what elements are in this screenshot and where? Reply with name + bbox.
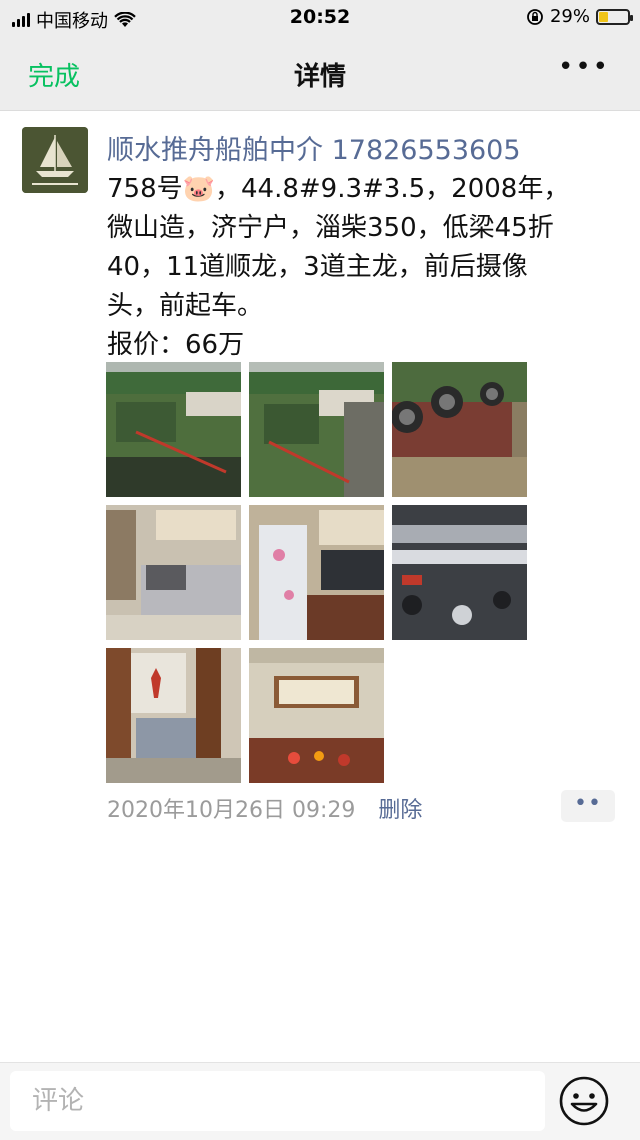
post-text: 758号🐷，44.8#9.3#3.5，2008年， 微山造，济宁户，淄柴350，… bbox=[107, 170, 622, 365]
photo-thumbnail[interactable] bbox=[392, 505, 527, 640]
more-options-button[interactable]: ••• bbox=[558, 52, 610, 82]
timestamp: 2020年10月26日 09:29 bbox=[107, 798, 356, 823]
emoji-icon[interactable] bbox=[558, 1075, 610, 1127]
status-bar: 中国移动 20:52 29% bbox=[0, 0, 640, 36]
page-title: 详情 bbox=[293, 62, 346, 92]
nav-bar: 完成 详情 ••• bbox=[0, 36, 640, 111]
photo-thumbnail[interactable] bbox=[106, 648, 241, 783]
avatar[interactable] bbox=[22, 127, 88, 193]
battery-percent: 29% bbox=[549, 6, 590, 27]
post-line: 40，11道顺龙，3道主龙，前后摄像 bbox=[107, 252, 528, 282]
post-line: 758号🐷，44.8#9.3#3.5，2008年， bbox=[107, 174, 570, 204]
photo-thumbnail[interactable] bbox=[106, 362, 241, 497]
sailboat-logo-icon bbox=[22, 127, 88, 193]
post-line: 微山造，济宁户，淄柴350，低梁45折 bbox=[107, 213, 554, 243]
post-line: 头，前起车。 bbox=[107, 291, 264, 321]
post-meta: 2020年10月26日 09:29 删除 bbox=[107, 792, 422, 824]
photo-thumbnail[interactable] bbox=[106, 505, 241, 640]
like-comment-button[interactable]: •• bbox=[561, 790, 615, 822]
rotation-lock-icon bbox=[527, 8, 543, 25]
comment-bar: 评论 bbox=[0, 1062, 640, 1140]
author-name[interactable]: 顺水推舟船舶中介 17826553605 bbox=[107, 128, 521, 167]
photo-thumbnail[interactable] bbox=[249, 505, 384, 640]
photo-thumbnail[interactable] bbox=[249, 362, 384, 497]
delete-link[interactable]: 删除 bbox=[378, 798, 422, 823]
photo-thumbnail[interactable] bbox=[249, 648, 384, 783]
price-line: 报价：66万 bbox=[107, 330, 245, 360]
comment-input[interactable]: 评论 bbox=[10, 1071, 545, 1131]
battery-icon bbox=[596, 8, 633, 25]
photo-thumbnail[interactable] bbox=[392, 362, 527, 497]
